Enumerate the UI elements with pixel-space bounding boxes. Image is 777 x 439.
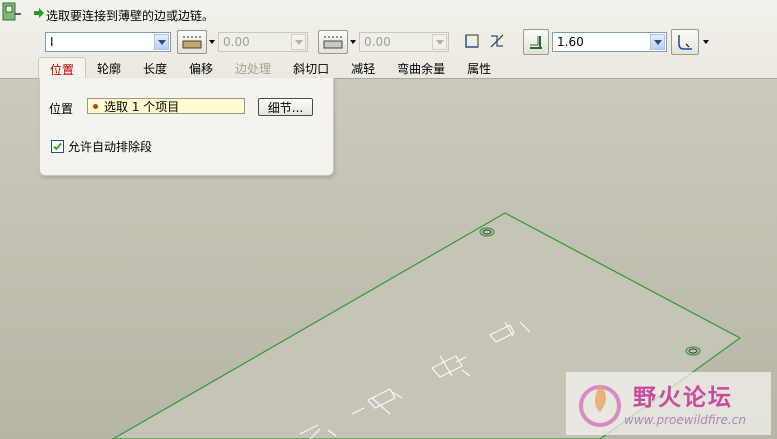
checkmark-icon [53, 142, 62, 151]
prompt-row: 选取要连接到薄壁的边或边链。 [0, 0, 777, 26]
thickness-side-icon [530, 36, 542, 49]
offset-type-dropdown-1[interactable] [207, 32, 216, 52]
auto-exclude-row[interactable]: 允许自动排除段 [51, 138, 152, 155]
collector-text: 选取 1 个项目 [104, 99, 180, 114]
flange-shape-value: I [50, 35, 54, 49]
chevron-down-icon [208, 40, 215, 44]
chevron-down-icon [349, 40, 356, 44]
tab-placement[interactable]: 位置 [38, 57, 87, 79]
watermark-url: www.proewildfire.cn [624, 413, 746, 427]
bend-relief-dropdown[interactable] [701, 32, 710, 52]
thickness-side-button[interactable] [523, 29, 549, 55]
chevron-down-icon[interactable] [291, 34, 306, 50]
details-button[interactable]: 细节... [258, 98, 313, 116]
thickness-select[interactable]: 1.60 [552, 32, 667, 52]
placement-panel: 位置 选取 1 个项目 细节... 允许自动排除段 [39, 78, 334, 176]
sketch-view-button[interactable] [463, 32, 481, 50]
edge-collector[interactable]: 选取 1 个项目 [87, 98, 245, 114]
watermark: 野火论坛 www.proewildfire.cn [566, 372, 771, 435]
tab-relief[interactable]: 减轻 [340, 57, 386, 78]
flange-shape-select[interactable]: I [45, 32, 171, 52]
tab-bend-allowance[interactable]: 弯曲余量 [386, 57, 456, 78]
offset-type-icon [182, 36, 202, 49]
offset-value-2: 0.00 [364, 35, 391, 49]
chevron-down-icon[interactable] [432, 34, 447, 50]
sheetmetal-flange-icon [2, 2, 21, 21]
offset-type-dropdown-2[interactable] [348, 32, 357, 52]
auto-exclude-checkbox[interactable] [51, 140, 64, 153]
offset-type-button-2[interactable] [318, 30, 348, 54]
tab-length[interactable]: 长度 [132, 57, 178, 78]
collector-status-dot [93, 103, 98, 109]
prompt-message: 选取要连接到薄壁的边或边链。 [46, 9, 215, 23]
offset-value-1: 0.00 [223, 35, 250, 49]
bend-radius-icon [678, 35, 692, 50]
auto-exclude-label: 允许自动排除段 [68, 140, 153, 154]
tab-edge-treatment[interactable]: 边处理 [224, 57, 282, 78]
flip-direction-button[interactable] [488, 32, 506, 50]
sketch-plane-icon [465, 34, 479, 48]
tab-miter-cuts[interactable]: 斜切口 [282, 57, 340, 78]
offset-type-icon [323, 36, 343, 49]
thickness-value: 1.60 [557, 35, 584, 49]
dashboard-tabs: 位置 轮廓 长度 偏移 边处理 斜切口 减轻 弯曲余量 属性 [38, 57, 502, 79]
position-label: 位置 [49, 102, 74, 116]
chevron-down-icon [702, 40, 709, 44]
tab-profile[interactable]: 轮廓 [86, 57, 132, 78]
offset-value-field-2[interactable]: 0.00 [359, 32, 449, 52]
chevron-down-icon[interactable] [650, 34, 665, 50]
bend-relief-button[interactable] [671, 29, 699, 55]
chevron-down-icon[interactable] [154, 34, 169, 50]
tab-properties[interactable]: 属性 [456, 57, 502, 78]
watermark-logo [579, 384, 621, 427]
flip-direction-icon [490, 34, 504, 48]
offset-value-field-1[interactable]: 0.00 [218, 32, 308, 52]
offset-type-button-1[interactable] [177, 30, 207, 54]
prompt-arrow-icon [34, 8, 44, 18]
watermark-title: 野火论坛 [633, 385, 733, 411]
tab-offset[interactable]: 偏移 [178, 57, 224, 78]
dashboard-toolbar: 选取要连接到薄壁的边或边链。 I 0.00 0.00 1.60 位置 轮廓 长度… [0, 0, 777, 79]
